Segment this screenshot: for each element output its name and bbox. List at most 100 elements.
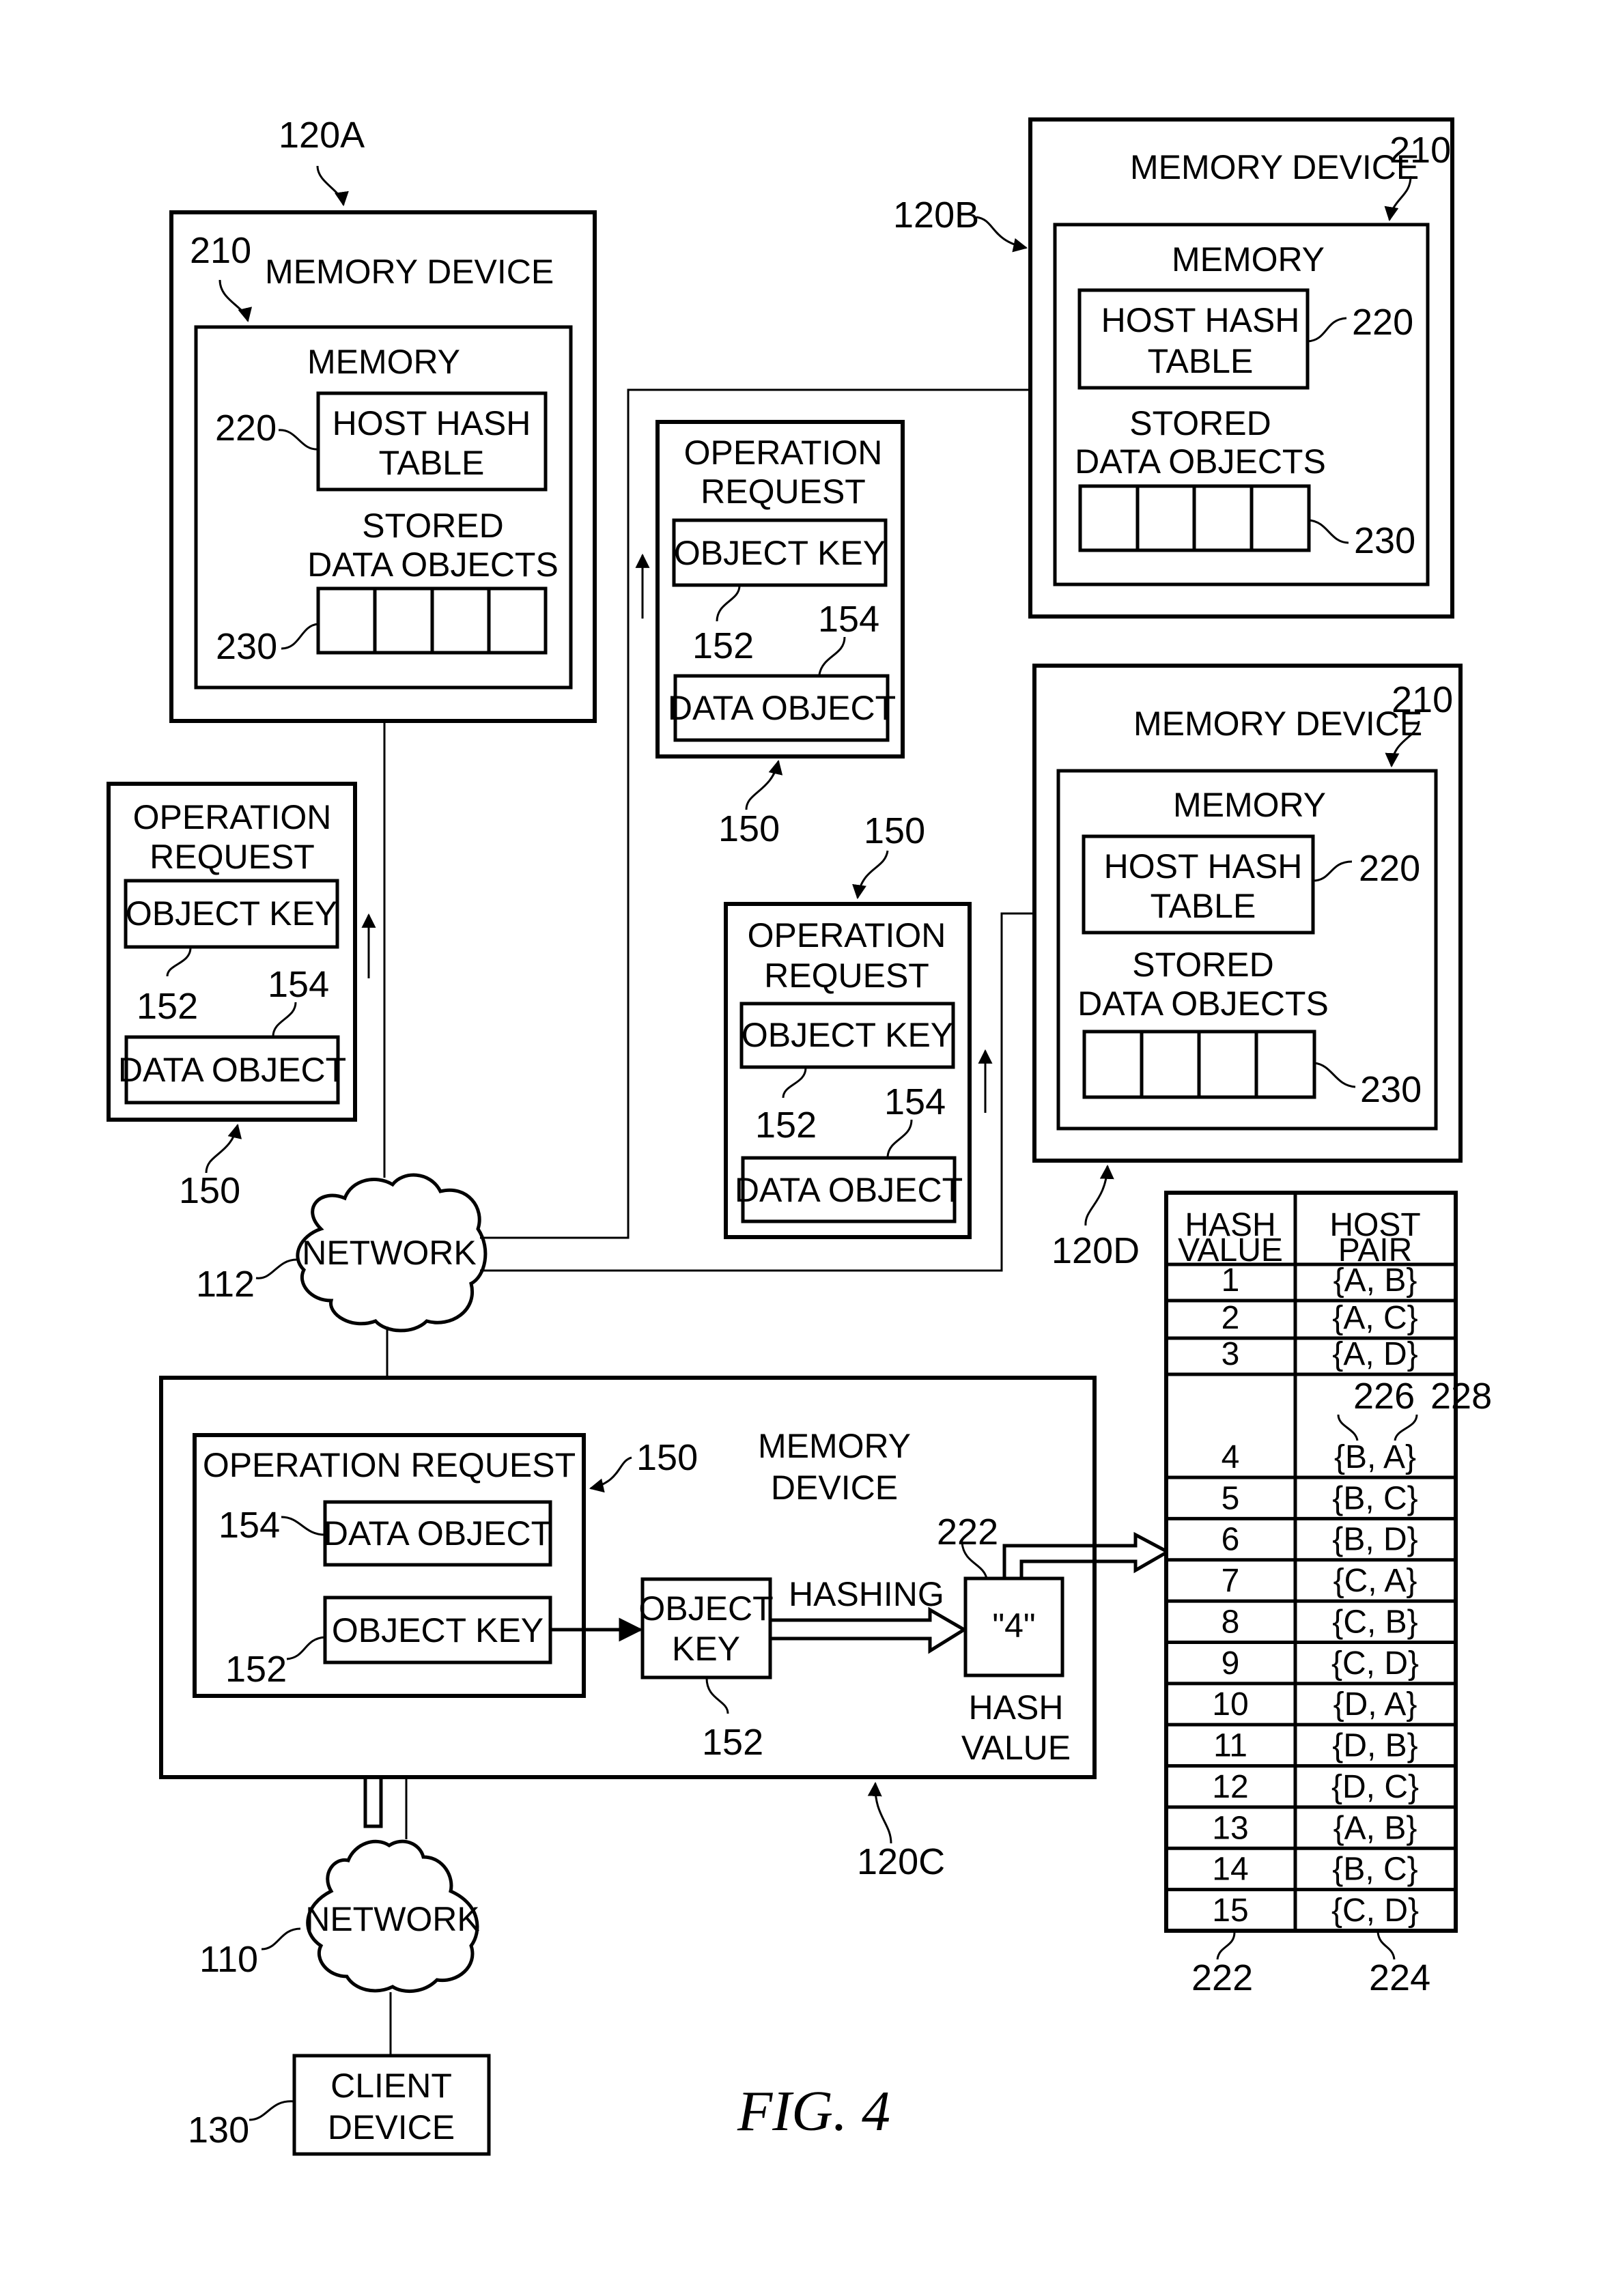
memory-ref: 210 [1389,130,1451,171]
ref-label: 120D [1052,1230,1140,1271]
host-pair-cell: {B, D} [1332,1522,1417,1558]
title-line2: REQUEST [150,838,315,876]
object-key-label: OBJECT KEY [674,534,886,572]
title-line1: OPERATION [133,798,332,836]
memory-title: MEMORY [307,343,460,381]
host-hash-ref: 220 [1352,302,1413,343]
host-pair-cell: {C, D} [1331,1893,1419,1929]
leader-arrow-icon [867,1781,892,1844]
hash-value-cell: 10 [1212,1686,1248,1723]
host-hash-line1: HOST HASH [1101,301,1300,339]
title-line1: OPERATION [748,916,946,954]
hashing-label: HASHING [789,1575,944,1613]
title-line2: REQUEST [701,472,866,511]
hash-value-cell: 11 [1213,1728,1247,1764]
host-pair-cell: {B, C} [1332,1480,1417,1516]
hash-value-cell: 5 [1222,1480,1240,1516]
ref-label: 110 [199,1939,258,1980]
host-pair-cell: {D, B} [1332,1728,1417,1764]
object-key-ref: 152 [755,1105,817,1146]
data-object-label: DATA OBJECT [668,689,896,727]
hash-value-cell: 15 [1212,1893,1248,1929]
hash-value-cell: 2 [1222,1300,1240,1336]
host-hash-ref: 220 [1359,848,1420,889]
object-key-ref: 152 [692,625,754,666]
object-key-label: OBJECT KEY [742,1016,953,1054]
hash-table: HASH VALUE HOST PAIR 1 {A, B}2 {A, C}3 {A, … [1164,1191,1492,1998]
device-title: MEMORY DEVICE [265,253,554,291]
data-object-ref: 154 [818,599,879,640]
host-hash-line2: TABLE [379,444,485,482]
operation-request-mid: OPERATION REQUEST OBJECT KEY 152 154 DAT… [724,810,972,1239]
ref-label: 130 [188,2110,249,2151]
operation-request-top: OPERATION REQUEST OBJECT KEY 152 154 DAT… [655,420,905,849]
network-label: NETWORK [302,1234,477,1272]
hash-value-cell: 9 [1222,1645,1240,1682]
hash-value-cell: 6 [1222,1522,1240,1558]
host-pair-cell: {A, C} [1332,1300,1417,1336]
hash-caption-line2: VALUE [961,1729,1071,1767]
object-key-label: OBJECT KEY [332,1611,544,1649]
hash-value-cell: 4 [1222,1439,1240,1475]
client-device-130: CLIENT DEVICE 130 [188,2054,491,2156]
extracted-key-ref: 152 [702,1722,763,1763]
host-hash-line1: HOST HASH [1104,847,1303,885]
host-pair-cell: {D, C} [1331,1769,1419,1805]
hash-value-cell: 12 [1212,1769,1248,1805]
ref-label: 150 [864,810,925,851]
hash-column-ref: 222 [1191,1957,1253,1998]
hash-value-ref: 222 [937,1512,998,1553]
host-pair-cell: {C, B} [1332,1604,1417,1640]
stored-ref: 230 [1360,1069,1422,1110]
hash-value-cell: 8 [1222,1604,1240,1640]
host-pair-cell: {B, C} [1332,1852,1417,1888]
leader-line [249,2100,295,2121]
host-pair-cell: {C, A} [1333,1563,1417,1599]
object-key-ref: 152 [137,986,198,1027]
leader-line [1216,1931,1236,1960]
stored-ref: 230 [216,626,277,667]
patent-figure: 120A MEMORY DEVICE 210 MEMORY HOST HASH … [107,115,1492,2156]
memory-device-120b: 120B MEMORY DEVICE 210 MEMORY HOST HASH … [893,117,1454,619]
hash-value-cell: 14 [1212,1852,1248,1888]
op-request-title: OPERATION REQUEST [203,1446,576,1484]
client-label-line2: DEVICE [328,2108,455,2146]
hash-caption-line1: HASH [969,1688,1064,1727]
data-object-label: DATA OBJECT [735,1171,963,1209]
stored-title-line1: STORED [1129,404,1271,442]
memory-device-120c: MEMORY DEVICE OPERATION REQUEST 150 DATA… [159,1376,1172,1882]
extracted-key-line1: OBJECT [638,1589,773,1628]
extracted-key-line2: KEY [672,1630,740,1668]
host-pair-cell: {C, D} [1331,1645,1419,1682]
memory-device-120d: 120D MEMORY DEVICE 210 MEMORY HOST HASH … [1032,664,1463,1271]
ref-label: 120B [893,195,979,236]
ref-label: 150 [718,808,780,849]
op-request-ref: 150 [636,1437,698,1478]
data-object-ref: 154 [268,964,329,1005]
device-title: MEMORY DEVICE [1130,148,1419,186]
host-hash-line1: HOST HASH [333,404,531,442]
host-pair-cell: {A, D} [1332,1336,1417,1372]
hash-value-cell: 13 [1212,1810,1248,1846]
stored-title-line2: DATA OBJECTS [1077,984,1329,1023]
leader-arrow-icon [1084,1164,1114,1226]
device-title-line1: MEMORY [758,1427,911,1465]
pair-ref-second: 228 [1430,1376,1492,1417]
host-hash-line2: TABLE [1148,342,1254,380]
stored-objects-slots [316,586,548,655]
data-object-label: DATA OBJECT [118,1051,346,1089]
operation-request-left: OPERATION REQUEST OBJECT KEY 152 154 DAT… [107,782,357,1211]
data-object-ref: 154 [218,1505,280,1546]
leader-arrow-icon [852,850,889,900]
ref-label: 112 [196,1264,255,1305]
host-pair-cell: {D, A} [1333,1686,1417,1723]
leader-arrow-icon [205,1123,242,1174]
network-110: NETWORK 110 [199,1839,480,1994]
leader-arrow-icon [316,165,349,207]
host-pair-cell: {A, B} [1333,1810,1417,1846]
figure-caption: FIG. 4 [737,2080,890,2143]
data-object-label: DATA OBJECT [324,1514,552,1553]
hash-value: "4" [992,1606,1035,1645]
pair-ref-first: 226 [1353,1376,1415,1417]
data-object-ref: 154 [884,1081,946,1122]
